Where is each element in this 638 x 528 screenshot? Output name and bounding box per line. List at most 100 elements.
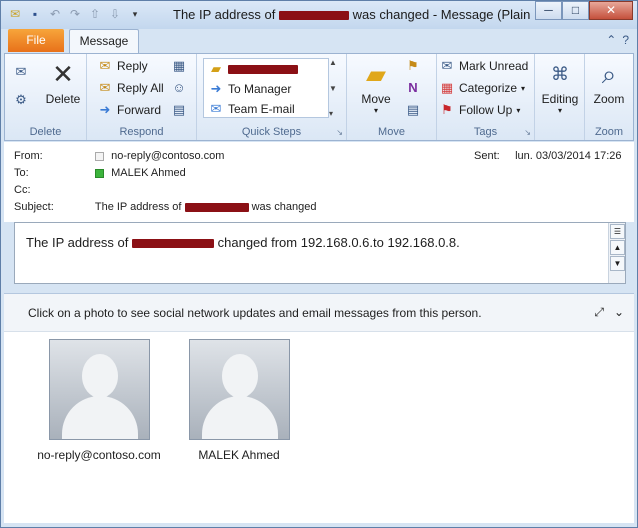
person-card[interactable]: MALEK Ahmed [174,339,304,462]
redacted-body-name [132,239,214,249]
quick-steps-scroll[interactable]: ▲ ▼ ▾ [329,58,339,118]
subject-prefix: The IP address of [94,201,182,213]
to-value[interactable]: MALEK Ahmed [111,167,186,179]
cc-label: Cc: [14,184,31,196]
ribbon-tabs: File Message ⌃ ? [1,29,637,53]
delete-button[interactable]: ✕ Delete [41,58,85,106]
follow-up-label: Follow Up [459,103,513,117]
actions-icon[interactable]: ▤ [405,102,421,118]
customize-qat-icon[interactable]: ▾ [127,6,143,22]
group-move: ▰ Move ▾ ⚑ N ▤ Move [347,54,437,140]
reply-button[interactable]: ✉ Reply [97,58,148,74]
avatar-head [221,354,258,398]
editing-label: Editing [541,92,579,106]
quick-access-toolbar: ✉ ▪ ↶ ↷ ⇧ ⇩ ▾ [7,6,143,22]
group-label-tags: Tags [473,126,498,138]
forward-button[interactable]: ➜ Forward [97,102,161,118]
down-arrow-icon[interactable]: ⇩ [107,6,123,22]
title-bar: ✉ ▪ ↶ ↷ ⇧ ⇩ ▾ The IP address of was chan… [1,1,637,29]
collapse-ribbon-icon[interactable]: ⌃ [606,33,616,47]
quick-step-redacted[interactable]: ▰ [208,61,298,77]
person-name[interactable]: MALEK Ahmed [174,448,304,462]
avatar-head [81,354,118,398]
maximize-button[interactable]: □ [562,1,589,20]
up-arrow-icon[interactable]: ⇧ [87,6,103,22]
minimize-button[interactable]: ─ [535,1,562,20]
redacted-quick-step [228,64,298,74]
zoom-button[interactable]: ⌕ Zoom [587,58,631,106]
team-email-label: Team E-mail [228,102,295,116]
delete-x-icon: ✕ [52,59,74,89]
subject-suffix: was changed [251,201,317,213]
group-label-quick-steps: Quick Steps [241,126,302,138]
message-body[interactable]: The IP address of changed from 192.168.0… [14,222,626,284]
help-icon[interactable]: ? [622,33,629,47]
envelope-app-icon: ✉ [9,7,21,21]
follow-up-button[interactable]: ⚑ Follow Up ▾ [439,102,520,118]
body-prefix: The IP address of [26,235,129,250]
editing-dropdown-icon: ▾ [557,106,562,115]
tab-file[interactable]: File [8,29,64,52]
mark-unread-button[interactable]: ✉ Mark Unread [439,58,529,74]
avatar[interactable] [188,339,290,440]
collapse-pane-icon[interactable]: ⌄ [614,305,624,320]
from-row: From: no-reply@contoso.com [14,150,224,162]
scroll-up-button[interactable]: ▲ [610,240,625,255]
more-icon[interactable]: ▾ [329,109,339,118]
undo-icon[interactable]: ↶ [47,6,63,22]
tags-dialog-launcher-icon[interactable]: ↘ [524,128,531,137]
im-icon[interactable]: ☺ [171,80,187,96]
editing-button[interactable]: ⌘ Editing ▾ [537,58,583,115]
scroll-up-icon[interactable]: ▲ [329,58,339,67]
group-zoom: ⌕ Zoom Zoom [585,54,633,140]
redacted-subject-name [184,202,249,212]
scroll-options-icon[interactable]: ☰ [610,224,625,239]
meeting-icon[interactable]: ▦ [171,58,187,74]
group-delete: ✉ ⚙ ✕ Delete Delete [5,54,87,140]
window-controls: ─ □ ✕ [535,1,633,20]
move-label: Move [361,92,391,106]
close-button[interactable]: ✕ [589,1,633,20]
tab-message[interactable]: Message [69,29,139,53]
sent-row: Sent: lun. 03/03/2014 17:26 [474,150,622,162]
zoom-label: Zoom [593,92,625,106]
rules-icon[interactable]: ⚑ [405,58,421,74]
group-tags: ✉ Mark Unread ▦ Categorize ▾ ⚑ Follow Up… [437,54,535,140]
scroll-down-button[interactable]: ▼ [610,256,625,271]
person-name[interactable]: no-reply@contoso.com [34,448,164,462]
from-value[interactable]: no-reply@contoso.com [111,150,224,162]
people-pane-controls: ⤢ ⌄ [594,305,624,320]
sent-value: lun. 03/03/2014 17:26 [515,150,622,162]
follow-up-dropdown-icon: ▾ [516,105,521,115]
ignore-icon[interactable]: ✉ [13,64,29,80]
quick-step-to-manager[interactable]: ➜ To Manager [208,81,292,97]
more-respond-icon[interactable]: ▤ [171,102,187,118]
scroll-down-icon[interactable]: ▼ [329,84,339,93]
reply-all-button[interactable]: ✉ Reply All [97,80,164,96]
forward-icon: ➜ [99,102,111,117]
dialog-launcher-icon[interactable]: ↘ [336,128,343,137]
to-row: To: MALEK Ahmed [14,167,186,179]
redo-icon[interactable]: ↷ [67,6,83,22]
onenote-icon[interactable]: N [405,80,421,96]
team-email-icon: ✉ [210,101,222,116]
binoculars-icon: ⌘ [551,64,569,84]
save-icon[interactable]: ▪ [27,6,43,22]
avatar-torso [201,396,278,439]
avatar[interactable] [48,339,150,440]
forward-label: Forward [117,103,162,117]
quick-steps-gallery: ▰ ➜ To Manager ✉ Team E-mail [203,58,329,118]
quick-step-team-email[interactable]: ✉ Team E-mail [208,101,295,117]
window-title: The IP address of was changed - Message … [173,7,530,22]
person-card[interactable]: no-reply@contoso.com [34,339,164,462]
delete-label: Delete [45,92,81,106]
expand-icon[interactable]: ⤢ [594,305,604,320]
reply-icon: ✉ [99,58,111,73]
to-label: To: [14,167,29,179]
junk-icon[interactable]: ⚙ [13,92,29,108]
move-button[interactable]: ▰ Move ▾ [353,58,399,115]
body-suffix: changed from 192.168.0.6.to 192.168.0.8. [217,235,460,250]
body-scrollbar[interactable]: ☰ ▲ ▼ [608,223,625,283]
flag-icon: ⚑ [441,102,453,117]
categorize-button[interactable]: ▦ Categorize ▾ [439,80,525,96]
